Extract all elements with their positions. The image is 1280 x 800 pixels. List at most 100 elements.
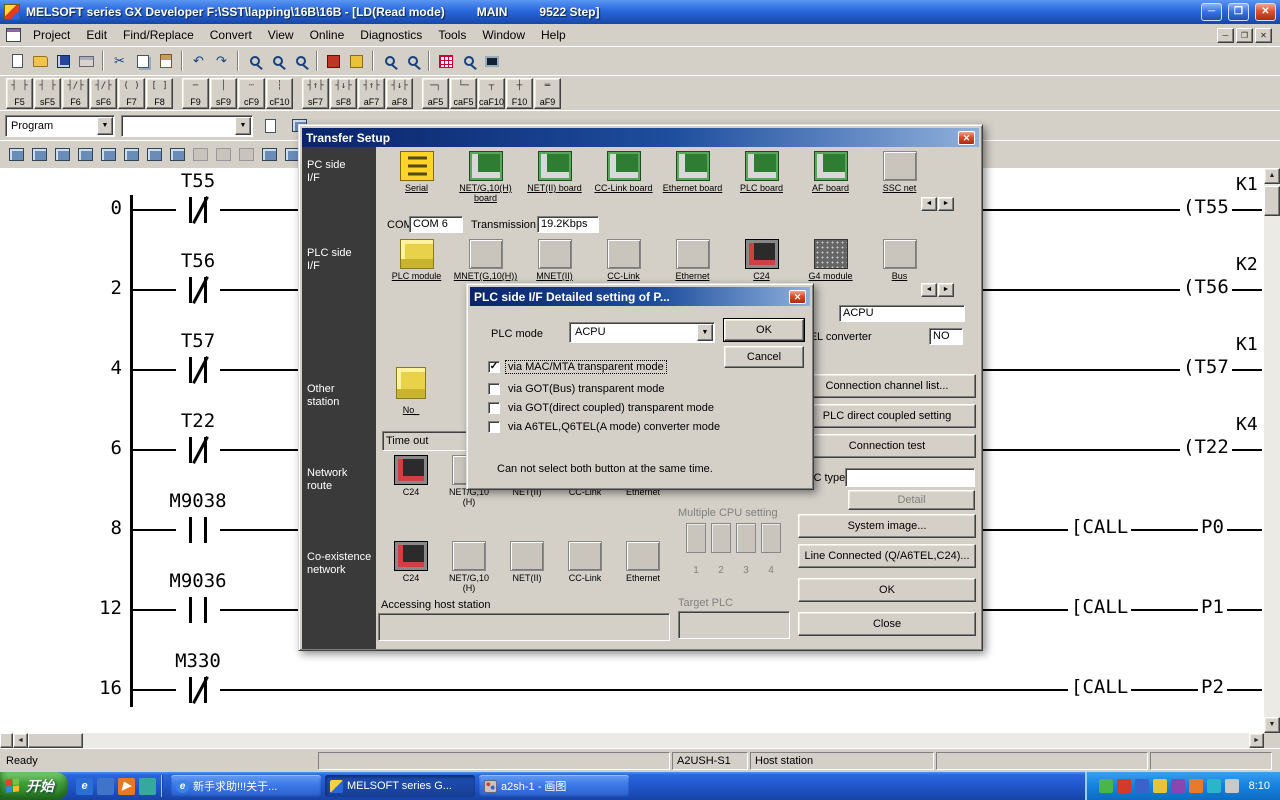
open-button[interactable] bbox=[29, 50, 52, 72]
ladder-symbol-f10-button[interactable]: ┼F10 bbox=[506, 78, 533, 109]
transfer-setup-title-bar[interactable]: Transfer Setup ✕ bbox=[302, 128, 979, 147]
horizontal-scrollbar[interactable] bbox=[0, 733, 1264, 748]
redo-button[interactable]: ↷ bbox=[210, 50, 233, 72]
find-replace-button[interactable] bbox=[266, 50, 289, 72]
scroll-down-icon[interactable]: ▼ bbox=[1264, 717, 1280, 733]
tray-icon-5[interactable] bbox=[1171, 779, 1185, 793]
coil-t55[interactable]: (T55 bbox=[1180, 196, 1232, 218]
ok-button[interactable]: OK bbox=[798, 578, 976, 602]
scroll-up-icon[interactable]: ▲ bbox=[1264, 168, 1280, 184]
ladder-symbol-f5-button[interactable]: ┤ ├F5 bbox=[6, 78, 33, 109]
chevron-down-icon[interactable]: ▼ bbox=[235, 117, 251, 135]
vertical-scrollbar[interactable] bbox=[1264, 168, 1280, 733]
transmission-speed-field[interactable]: 19.2Kbps bbox=[537, 216, 599, 233]
ladder-symbol-caf5-button[interactable]: └─caF5 bbox=[450, 78, 477, 109]
close-dialog-button[interactable]: Close bbox=[798, 612, 976, 636]
menu-find-replace[interactable]: Find/Replace bbox=[115, 25, 202, 45]
network-route-c24[interactable]: C24 bbox=[384, 455, 438, 497]
menu-convert[interactable]: Convert bbox=[202, 25, 260, 45]
contact-m9038[interactable] bbox=[176, 515, 220, 545]
messenger-icon[interactable] bbox=[139, 778, 156, 795]
pc-side-scroll-left-icon[interactable]: ◄ bbox=[921, 197, 937, 211]
plc-if-g4-module[interactable]: G4 module bbox=[798, 239, 863, 281]
taskbar-task-1[interactable]: 新手求助!!!关于... bbox=[171, 775, 321, 797]
plc-if-mnet-g-10-h[interactable]: MNET(G,10(H)) bbox=[453, 239, 518, 281]
sidebar-item-co-existence-network[interactable]: Co-existencenetwork bbox=[307, 551, 371, 577]
pc-if-cc-link-board[interactable]: CC-Link board bbox=[591, 151, 656, 193]
save-button[interactable] bbox=[52, 50, 75, 72]
plc-if-bus[interactable]: Bus bbox=[867, 239, 932, 281]
comment-display-button[interactable] bbox=[28, 144, 51, 166]
vertical-scrollbar-thumb[interactable] bbox=[1264, 186, 1280, 216]
grid-button[interactable] bbox=[434, 50, 457, 72]
maximize-button[interactable]: ❐ bbox=[1228, 3, 1249, 21]
tray-icon-6[interactable] bbox=[1189, 779, 1203, 793]
plc-detail-title-bar[interactable]: PLC side I/F Detailed setting of P... ✕ bbox=[470, 287, 810, 306]
sidebar-item-network-route[interactable]: Networkroute bbox=[307, 467, 347, 493]
minimize-button[interactable]: ─ bbox=[1201, 3, 1222, 21]
contact-t55[interactable] bbox=[176, 195, 220, 225]
pc-if-ethernet-board[interactable]: Ethernet board bbox=[660, 151, 725, 193]
contact-coil-list-button[interactable] bbox=[189, 144, 212, 166]
connection-channel-list-button[interactable]: Connection channel list... bbox=[798, 374, 976, 398]
ladder-symbol-f6-button[interactable]: ┤/├F6 bbox=[62, 78, 89, 109]
internet-explorer-icon[interactable]: e bbox=[76, 778, 93, 795]
ladder-symbol-af5-button[interactable]: ─┐aF5 bbox=[422, 78, 449, 109]
menu-edit[interactable]: Edit bbox=[78, 25, 115, 45]
plc-side-scroll-right-icon[interactable]: ► bbox=[938, 283, 954, 297]
program-verify-button[interactable] bbox=[345, 50, 368, 72]
sidebar-item-plc-side-i-f[interactable]: PLC sideI/F bbox=[307, 247, 352, 273]
coil-t56[interactable]: (T56 bbox=[1180, 276, 1232, 298]
cut-button[interactable]: ✂ bbox=[108, 50, 131, 72]
media-player-icon[interactable]: ▶ bbox=[118, 778, 135, 795]
find-button[interactable] bbox=[243, 50, 266, 72]
close-icon[interactable]: ✕ bbox=[958, 131, 975, 145]
ladder-symbol-af8-button[interactable]: ┤↓├aF8 bbox=[386, 78, 413, 109]
mdi-close-button[interactable]: ✕ bbox=[1255, 28, 1272, 43]
new-button[interactable] bbox=[6, 50, 29, 72]
call-instruction[interactable]: [CALL bbox=[1068, 596, 1131, 618]
contact-t22[interactable] bbox=[176, 435, 220, 465]
call-operand[interactable]: P0 bbox=[1198, 516, 1227, 538]
pc-if-af-board[interactable]: AF board bbox=[798, 151, 863, 193]
coexistence-ethernet[interactable]: Ethernet bbox=[616, 541, 670, 583]
paste-button[interactable] bbox=[154, 50, 177, 72]
taskbar-task-2[interactable]: MELSOFT series G... bbox=[325, 775, 475, 797]
ladder-symbol-sf6-button[interactable]: ┤/├sF6 bbox=[90, 78, 117, 109]
call-instruction[interactable]: [CALL bbox=[1068, 676, 1131, 698]
menu-view[interactable]: View bbox=[260, 25, 302, 45]
pc-if-ssc-net[interactable]: SSC net bbox=[867, 151, 932, 193]
grid-blue-button[interactable] bbox=[258, 144, 281, 166]
checkbox-via-mac-mta-transparent-mode[interactable]: ✓via MAC/MTA transparent mode bbox=[488, 361, 666, 373]
checkbox-icon[interactable] bbox=[488, 383, 500, 395]
sidebar-item-other-station[interactable]: Otherstation bbox=[307, 383, 339, 409]
show-desktop-icon[interactable] bbox=[97, 778, 114, 795]
tray-icon-1[interactable] bbox=[1099, 779, 1113, 793]
start-button[interactable]: 开始 bbox=[0, 772, 68, 800]
plc-direct-coupled-setting-button[interactable]: PLC direct coupled setting bbox=[798, 404, 976, 428]
plc-if-mnet-ii[interactable]: MNET(II) bbox=[522, 239, 587, 281]
chevron-down-icon[interactable]: ▼ bbox=[97, 117, 113, 135]
coexistence-net-ii[interactable]: NET(II) bbox=[500, 541, 554, 583]
plc-if-cc-link[interactable]: CC-Link bbox=[591, 239, 656, 281]
contact-m9036[interactable] bbox=[176, 595, 220, 625]
call-instruction[interactable]: [CALL bbox=[1068, 516, 1131, 538]
menu-project[interactable]: Project bbox=[25, 25, 78, 45]
coexistence-c24[interactable]: C24 bbox=[384, 541, 438, 583]
document-icon[interactable] bbox=[6, 28, 21, 42]
list-mode-button[interactable] bbox=[166, 144, 189, 166]
tray-icon-8[interactable] bbox=[1225, 779, 1239, 793]
scroll-right-icon[interactable]: ► bbox=[1249, 733, 1264, 748]
zoom-out-button[interactable] bbox=[378, 50, 401, 72]
plc-if-ethernet[interactable]: Ethernet bbox=[660, 239, 725, 281]
pc-if-net-g-10-h-board[interactable]: NET/G,10(H) board bbox=[453, 151, 518, 203]
scroll-left-icon[interactable]: ◄ bbox=[13, 733, 28, 748]
pc-if-plc-board[interactable]: PLC board bbox=[729, 151, 794, 193]
horizontal-scrollbar-thumb[interactable] bbox=[28, 733, 83, 748]
pane-split-handle[interactable] bbox=[0, 733, 13, 748]
mdi-restore-button[interactable]: ❐ bbox=[1236, 28, 1253, 43]
plc-mode-select[interactable]: ACPU ▼ bbox=[569, 322, 715, 343]
alias-display-button[interactable] bbox=[97, 144, 120, 166]
com-port-field[interactable]: COM 6 bbox=[409, 216, 463, 233]
close-button[interactable]: ✕ bbox=[1255, 3, 1276, 21]
